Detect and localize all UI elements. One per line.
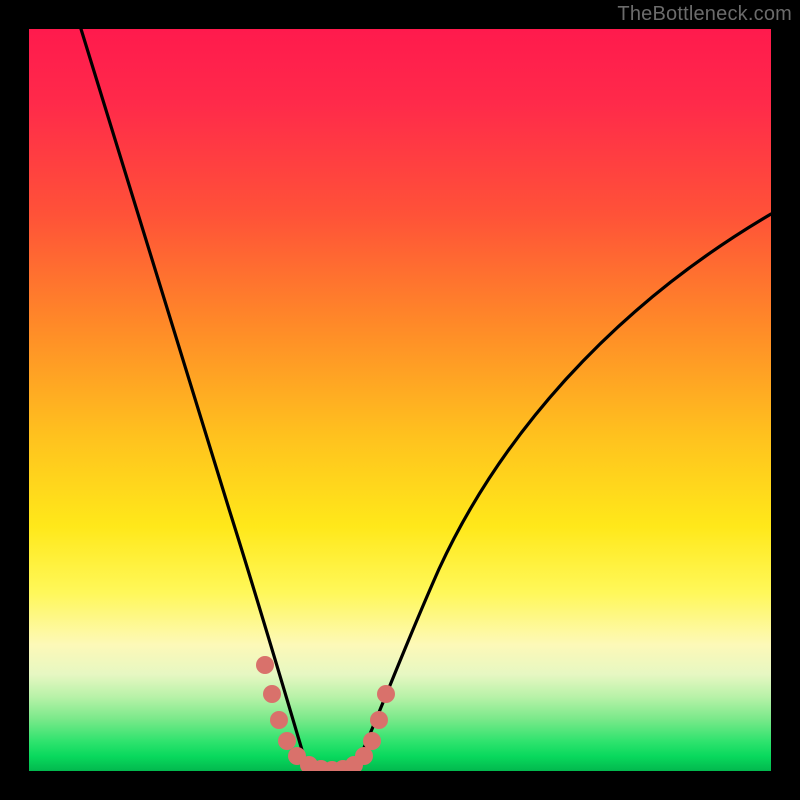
chart-svg xyxy=(29,29,771,771)
right-curve xyxy=(355,214,771,767)
left-curve xyxy=(81,29,307,767)
plot-area xyxy=(29,29,771,771)
watermark-text: TheBottleneck.com xyxy=(617,3,792,26)
valley-markers xyxy=(256,656,395,771)
